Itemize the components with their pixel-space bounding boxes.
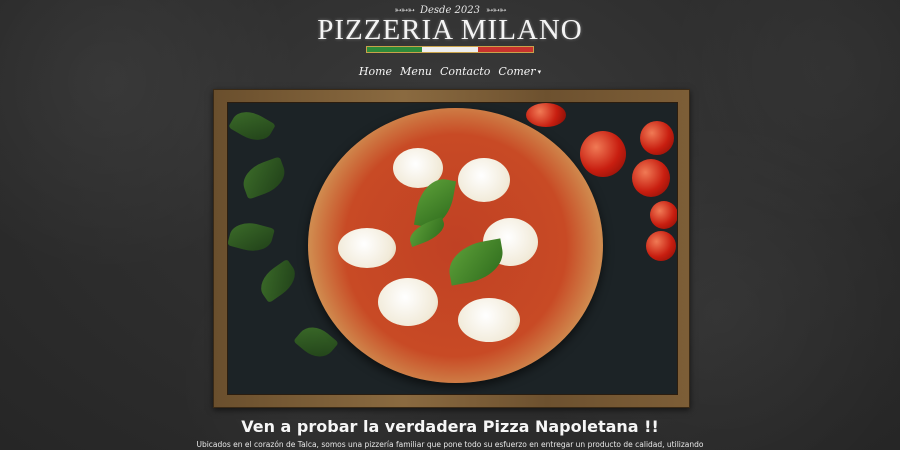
basil-decoration xyxy=(228,104,276,148)
flag-red-stripe xyxy=(477,47,533,52)
nav-comer-dropdown[interactable]: Comer ▾ xyxy=(498,65,541,78)
page-headline: Ven a probar la verdadera Pizza Napoleta… xyxy=(241,417,659,436)
basil-decoration xyxy=(254,258,302,304)
nav-menu-link[interactable]: Menu xyxy=(400,65,432,78)
basil-decoration xyxy=(228,218,275,256)
nav-contacto-link[interactable]: Contacto xyxy=(440,65,490,78)
tomato-decoration xyxy=(646,231,676,261)
basil-decoration xyxy=(238,156,290,200)
main-nav: Home Menu Contacto Comer ▾ xyxy=(0,65,900,78)
basil-decoration xyxy=(293,319,339,365)
mozzarella xyxy=(338,228,396,268)
tomato-decoration xyxy=(632,159,670,197)
nav-contacto-label: Contacto xyxy=(440,65,491,78)
nav-home-label: Home xyxy=(358,65,393,78)
flag-green-stripe xyxy=(367,47,423,52)
tomato-decoration xyxy=(580,131,626,177)
tomato-decoration xyxy=(650,201,677,229)
flag-white-stripe xyxy=(422,47,478,52)
nav-menu-label: Menu xyxy=(400,65,433,78)
basil-leaf xyxy=(406,217,448,247)
wood-frame xyxy=(213,89,690,408)
hero-pizza-image xyxy=(227,102,678,395)
nav-home-link[interactable]: Home xyxy=(359,65,392,78)
pizza xyxy=(308,108,603,383)
site-header: ➳➳➳ Desde 2023 ➳➳➳ PIZZERIA MILANO Home … xyxy=(0,0,900,90)
basil-leaf xyxy=(445,238,507,286)
tomato-decoration xyxy=(526,103,566,127)
nav-comer-label: Comer xyxy=(498,65,536,78)
mozzarella xyxy=(458,158,510,202)
italian-flag-bar xyxy=(366,46,534,53)
mozzarella xyxy=(458,298,520,342)
intro-paragraph: Ubicados en el corazón de Talca, somos u… xyxy=(196,440,704,449)
brand-title[interactable]: PIZZERIA MILANO xyxy=(0,14,900,47)
mozzarella xyxy=(378,278,438,326)
caret-down-icon: ▾ xyxy=(537,67,542,76)
tomato-decoration xyxy=(640,121,674,155)
